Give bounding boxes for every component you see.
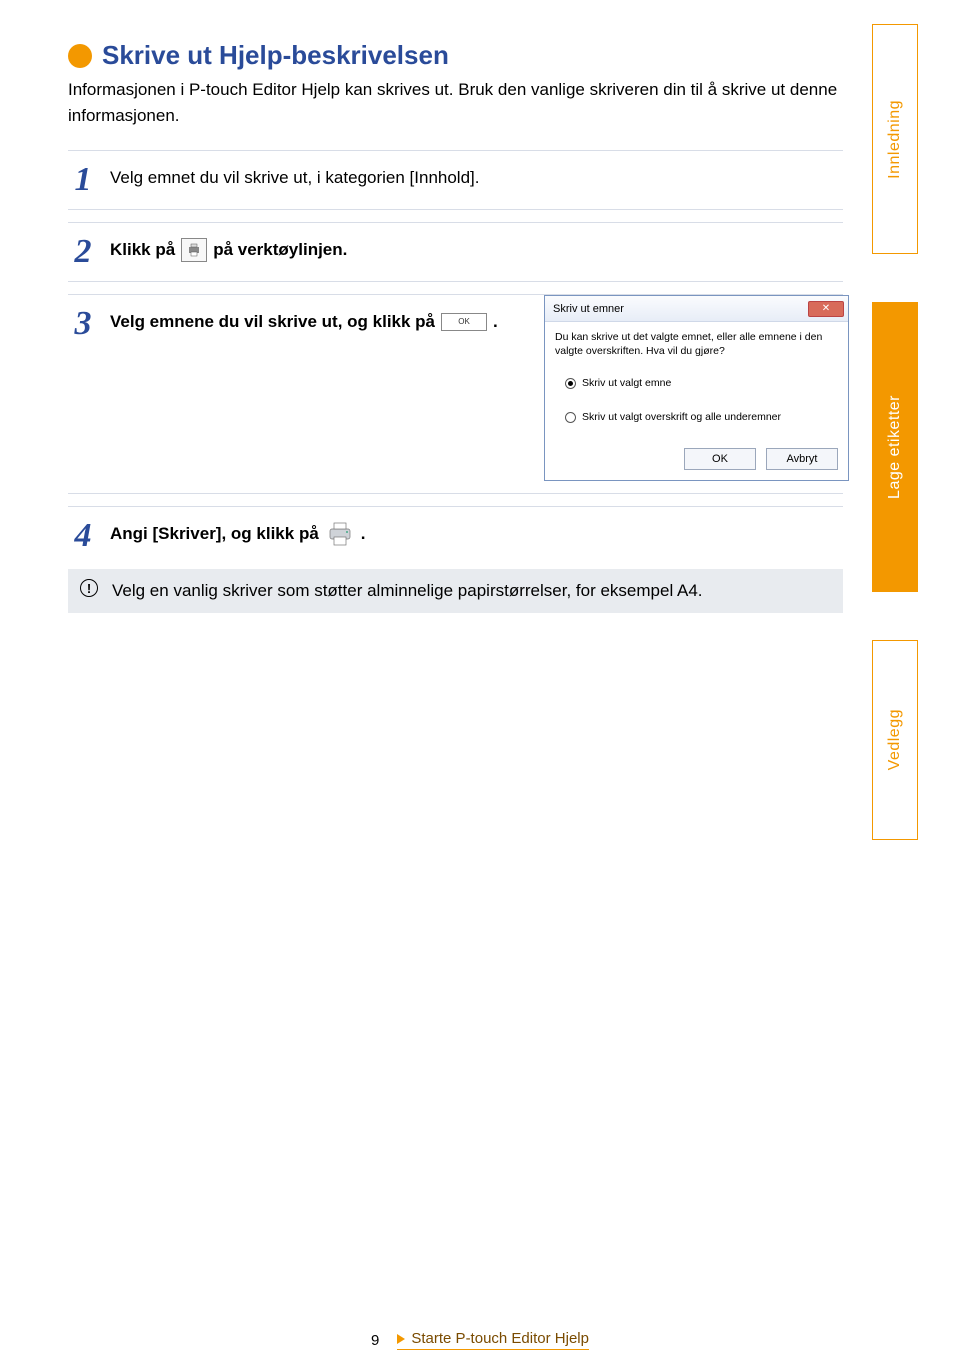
step-body: Angi [Skriver], og klikk på . [110,519,843,549]
tab-label: Vedlegg [886,709,904,770]
radio-label: Skriv ut valgt overskrift og alle undere… [582,402,781,432]
tab-label: Lage etiketter [886,395,904,499]
page-footer: 9 Starte P-touch Editor Hjelp [0,1330,960,1350]
footer-section-text: Starte P-touch Editor Hjelp [411,1330,589,1347]
close-button[interactable]: ✕ [808,301,844,317]
heading-text: Skrive ut Hjelp-beskrivelsen [102,40,449,71]
note-text: Velg en vanlig skriver som støtter almin… [112,579,703,603]
step-text-pre: Angi [Skriver], og klikk på [110,519,319,549]
step-number: 1 [68,163,98,197]
footer-section-link[interactable]: Starte P-touch Editor Hjelp [397,1330,589,1350]
radio-icon [565,378,576,389]
radio-option-1[interactable]: Skriv ut valgt emne [555,368,838,398]
printer-icon [326,521,354,547]
tab-vedlegg[interactable]: Vedlegg [872,640,918,840]
step-number: 3 [68,307,98,341]
page-number: 9 [371,1332,379,1349]
tab-innledning[interactable]: Innledning [872,24,918,254]
step-text-pre: Velg emnene du vil skrive ut, og klikk p… [110,307,435,337]
radio-icon [565,412,576,423]
ok-small-button-icon[interactable]: OK [441,313,487,331]
printer-icon [186,243,202,257]
step-text-post: på verktøylinjen. [213,235,347,265]
note-box: ! Velg en vanlig skriver som støtter alm… [68,569,843,613]
step-text-post: . [361,519,366,549]
print-topics-dialog: Skriv ut emner ✕ Du kan skrive ut det va… [544,295,849,481]
dialog-titlebar: Skriv ut emner ✕ [545,296,848,322]
step-body: Velg emnet du vil skrive ut, i kategorie… [110,163,843,193]
step-body: Velg emnene du vil skrive ut, og klikk p… [110,307,843,481]
step-body: Klikk på på verktøylinjen. [110,235,843,265]
step-number: 4 [68,519,98,553]
step-3: 3 Velg emnene du vil skrive ut, og klikk… [68,294,843,494]
tab-lage-etiketter[interactable]: Lage etiketter [872,302,918,592]
radio-label: Skriv ut valgt emne [582,368,671,398]
step-text: Velg emnet du vil skrive ut, i kategorie… [110,168,479,187]
step-number: 2 [68,235,98,269]
step-4: 4 Angi [Skriver], og klikk på . [68,506,843,565]
tab-label: Innledning [886,100,904,179]
bullet-icon [68,44,92,68]
step-text-pre: Klikk på [110,235,175,265]
triangle-icon [397,1334,405,1344]
section-heading: Skrive ut Hjelp-beskrivelsen [68,40,843,71]
dialog-title: Skriv ut emner [553,294,624,324]
step-2: 2 Klikk på på verktøylinjen. [68,222,843,282]
close-icon: ✕ [822,304,830,314]
step-text-post: . [493,307,498,337]
step-1: 1 Velg emnet du vil skrive ut, i kategor… [68,150,843,210]
cancel-button[interactable]: Avbryt [766,448,838,470]
radio-option-2[interactable]: Skriv ut valgt overskrift og alle undere… [555,402,838,432]
ok-button[interactable]: OK [684,448,756,470]
print-toolbar-icon[interactable] [181,238,207,262]
intro-text: Informasjonen i P-touch Editor Hjelp kan… [68,77,843,128]
caution-icon: ! [80,579,98,597]
dialog-text: Du kan skrive ut det valgte emnet, eller… [555,330,838,358]
side-tabs: Innledning Lage etiketter Vedlegg [872,24,924,888]
printer-big-icon[interactable] [325,519,355,549]
dialog-body: Du kan skrive ut det valgte emnet, eller… [545,322,848,480]
